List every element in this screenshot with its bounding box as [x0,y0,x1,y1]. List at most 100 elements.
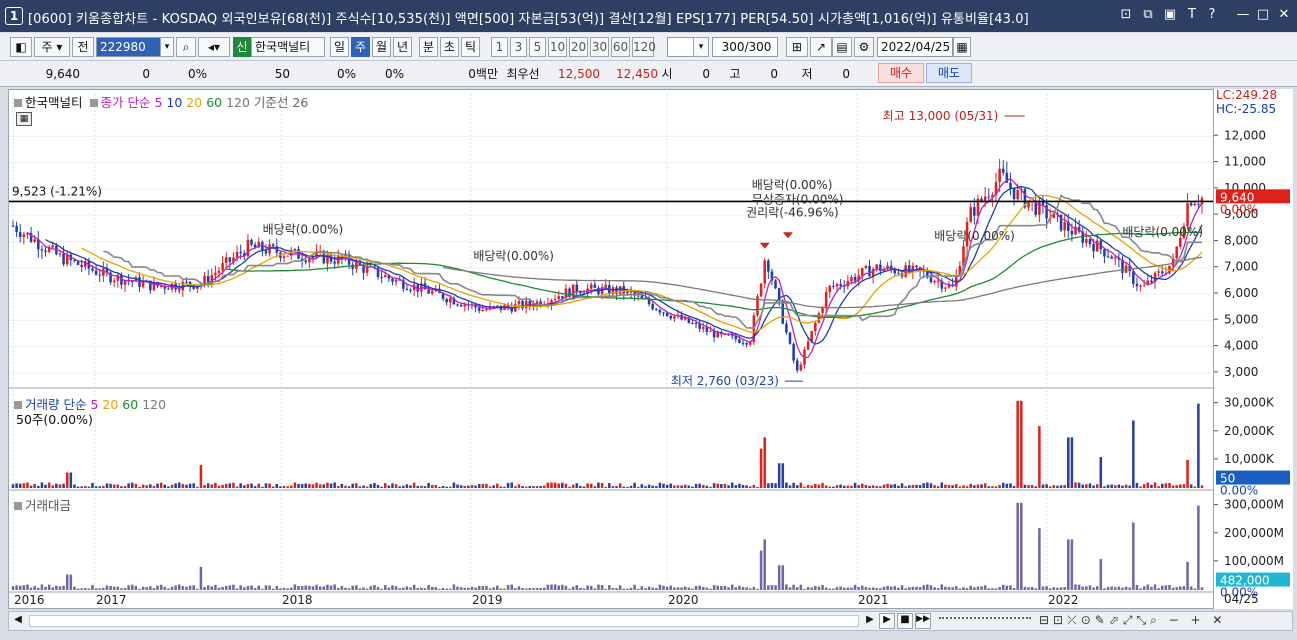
view-all-button[interactable]: 전 [72,37,94,57]
table-view-icon[interactable]: ▦ [16,112,32,126]
font-size-icon[interactable]: T [1184,7,1200,23]
amount-bar [521,588,524,590]
amount-bar [850,587,853,590]
amount-bar [105,585,109,590]
interval-button-30[interactable]: 30 [590,37,609,57]
volume-bar [900,483,904,488]
tab-period-0[interactable]: 일 [330,37,349,57]
interval-button-5[interactable]: 5 [529,37,546,57]
volume-bar [286,486,289,488]
amount-bar [1189,586,1193,590]
amount-bar [763,539,766,590]
amount-bar [445,588,448,590]
interval-button-20[interactable]: 20 [569,37,588,57]
amount-bar [640,586,644,590]
chart-tools-strip[interactable]: ⊟⊡⤫⊙✎⬀⤢⤡⌕ − + ✕ [1039,613,1289,629]
restore-icon[interactable]: ⧉ [1140,7,1156,23]
chevron-down-icon[interactable]: ▾ [160,37,174,57]
amount-bar [290,587,293,590]
interval-button-1[interactable]: 1 [491,37,508,57]
interval-button-120[interactable]: 120 [632,37,656,57]
scroll-track[interactable] [29,615,859,627]
amount-bar [1106,586,1110,590]
candle-body [795,360,799,371]
candle-body [799,364,803,371]
date-input[interactable]: 2022/04/25 [877,37,953,57]
tab-period-2[interactable]: 월 [372,37,391,57]
price-pct-tag: 0.00% [1220,202,1258,216]
sell-button[interactable]: 매도 [926,63,972,83]
tab-period-5[interactable]: 초 [440,37,459,57]
volume-bar [756,486,759,488]
amount-bar [510,584,513,590]
period-type-select[interactable]: 주 ▾ [34,37,70,57]
volume-bar [814,483,817,488]
interval-button-10[interactable]: 10 [548,37,567,57]
volume-bar [1189,484,1193,488]
indicator-icon[interactable]: ⊞ [786,37,808,57]
legend-toggle-icon[interactable] [14,401,22,409]
save-icon[interactable]: ▤ [832,37,852,57]
play-icon[interactable]: ▶ [879,613,895,629]
amount-bar [582,588,586,590]
scroll-right-icon[interactable]: ▶ [863,614,877,628]
bid-price: 12,450 [616,67,658,81]
candle-body [1012,187,1016,200]
volume-bar [1023,484,1027,488]
sound-icon[interactable]: ◂▾ [198,37,230,57]
tab-period-4[interactable]: 분 [419,37,438,57]
buy-button[interactable]: 매수 [878,63,924,83]
amount-bar [1200,587,1204,590]
layout-icon[interactable]: ⊡ [1118,7,1134,23]
pin-icon[interactable]: ▣ [1162,7,1178,23]
chart-canvas[interactable]: 2016 2017 2018 2019 2020 2021 20229,523 (-1.21… [9,90,1214,608]
scroll-left-icon[interactable]: ◀ [11,614,25,628]
minimize-icon[interactable]: — [1235,7,1251,23]
legend-toggle-icon[interactable] [14,502,22,510]
volume-bar [203,485,206,488]
event-arrow-icon [759,242,770,249]
volume-bar [29,485,33,488]
tab-period-1[interactable]: 주 [351,37,370,57]
volume-bar [680,485,683,488]
volume-bar [217,485,221,488]
interval-dropdown-icon[interactable]: ▾ [693,37,709,57]
amount-bar [1193,588,1197,590]
legend-toggle-icon[interactable] [89,99,98,107]
y-axis-label: 10,000K [1224,452,1275,466]
interval-button-60[interactable]: 60 [611,37,630,57]
horizontal-scrollbar[interactable]: ◀ ▶ ▶ ■ ▶▶ ⊟⊡⤫⊙✎⬀⤢⤡⌕ − + ✕ [8,611,1293,631]
stop-icon[interactable]: ■ [897,613,913,629]
volume-bar [239,483,242,488]
event-label: 무상증자(0.00%) [752,192,844,206]
drawing-icon[interactable]: ↗ [810,37,832,57]
speed-slider[interactable] [939,617,1031,625]
fast-forward-icon[interactable]: ▶▶ [915,613,931,629]
tab-period-3[interactable]: 년 [393,37,412,57]
stock-name-field[interactable]: 한국맥널티 [251,37,325,57]
amount-bar [1081,586,1085,590]
amount-bar [416,588,420,590]
amount-bar [1182,586,1186,590]
legend-toggle-icon[interactable] [14,99,22,107]
calendar-icon[interactable]: ▦ [953,37,971,57]
volume-bar [546,482,550,488]
lc-label: LC:249.28 [1216,89,1277,102]
volume-bar [1067,437,1070,488]
settings-gear-icon[interactable]: ⚙ [854,37,874,57]
chart-menu-icon[interactable]: ◧ [10,37,32,57]
tab-period-6[interactable]: 틱 [461,37,480,57]
amount-bar [821,584,824,590]
search-icon[interactable]: ⌕ [176,37,196,57]
help-icon[interactable]: ? [1204,7,1220,23]
volume-bar [1041,484,1045,488]
volume-bar [998,484,1001,488]
volume-bar [991,486,994,488]
amount-bar [47,584,51,590]
volume-bar [973,485,976,488]
interval-button-3[interactable]: 3 [510,37,527,57]
close-icon[interactable]: ✕ [1276,7,1292,23]
chart-area[interactable]: 2016 2017 2018 2019 2020 2021 2022 9,523 (-1.21… [8,89,1293,609]
maximize-icon[interactable]: □ [1255,7,1271,23]
count-input[interactable]: 300/300 [712,37,778,57]
